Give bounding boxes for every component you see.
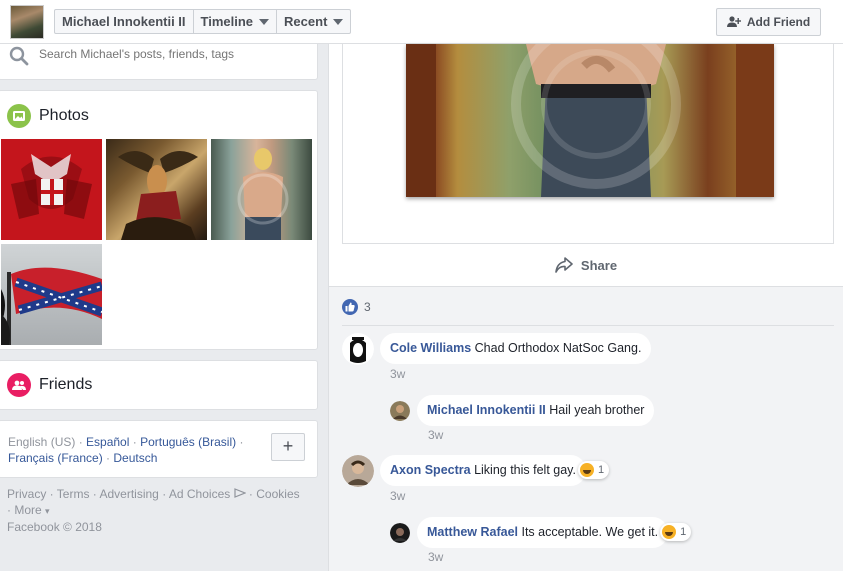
divider xyxy=(342,325,834,326)
photos-card: Photos xyxy=(0,90,318,350)
footer-link-more[interactable]: More ▾ xyxy=(14,503,49,517)
comments-section: 3 Cole Williams Chad Orthodox NatSoc Gan… xyxy=(329,286,843,571)
comment-timestamp[interactable]: 3w xyxy=(428,550,443,564)
comment-reply: Matthew Rafael Its acceptable. We get it… xyxy=(390,517,692,548)
add-friend-button[interactable]: Add Friend xyxy=(716,8,821,36)
profile-avatar[interactable] xyxy=(10,5,44,39)
recent-dropdown[interactable]: Recent xyxy=(277,10,350,33)
search-icon xyxy=(9,46,29,66)
friends-icon xyxy=(7,373,31,397)
profile-name-label: Michael Innokentii II xyxy=(62,14,186,29)
share-label: Share xyxy=(580,257,618,273)
comment-text: Its acceptable. We get it. xyxy=(521,525,659,539)
photos-icon xyxy=(7,104,31,128)
friends-card: Friends xyxy=(0,360,318,410)
photo-thumbnail[interactable] xyxy=(1,244,102,345)
haha-reaction-icon xyxy=(579,463,594,477)
avatar[interactable] xyxy=(390,523,410,543)
chevron-down-icon xyxy=(259,18,270,25)
footer-link-privacy[interactable]: Privacy xyxy=(7,487,46,501)
current-language: English (US) xyxy=(8,435,76,449)
comment-text: Chad Orthodox NatSoc Gang. xyxy=(474,341,642,355)
profile-name-button[interactable]: Michael Innokentii II xyxy=(55,10,194,33)
language-link[interactable]: Français (France) xyxy=(8,451,103,465)
comment-reaction-badge[interactable]: 1 xyxy=(660,523,692,541)
comment-reaction-badge[interactable]: 1 xyxy=(577,461,610,479)
like-count: 3 xyxy=(364,300,371,314)
haha-reaction-icon xyxy=(662,525,677,539)
comment-author-link[interactable]: Axon Spectra xyxy=(390,463,471,477)
comment-author-link[interactable]: Michael Innokentii II xyxy=(427,403,546,417)
reaction-count: 1 xyxy=(597,464,605,476)
share-button[interactable]: Share xyxy=(329,244,843,286)
photos-title: Photos xyxy=(39,107,89,124)
profile-search-card xyxy=(0,44,318,80)
add-friend-icon xyxy=(726,16,741,27)
timeline-label: Timeline xyxy=(200,14,254,29)
add-friend-label: Add Friend xyxy=(746,15,811,29)
avatar[interactable] xyxy=(342,455,374,487)
post-photo[interactable] xyxy=(406,44,774,197)
language-selector-card: English (US) · Español · Português (Bras… xyxy=(0,420,318,478)
friends-title: Friends xyxy=(39,376,93,393)
photos-header[interactable]: Photos xyxy=(7,104,89,128)
photo-thumbnail[interactable] xyxy=(211,139,312,240)
comment-text: Liking this felt gay. xyxy=(474,463,576,477)
photo-thumbnail[interactable] xyxy=(106,139,207,240)
like-icon xyxy=(342,299,358,315)
ad-choices-icon xyxy=(233,488,247,498)
footer-link-terms[interactable]: Terms xyxy=(57,487,90,501)
comment-timestamp[interactable]: 3w xyxy=(390,489,405,503)
avatar[interactable] xyxy=(342,333,374,365)
more-languages-button[interactable]: + xyxy=(271,433,305,461)
post-attachment xyxy=(342,44,834,244)
comment-bubble: Michael Innokentii II Hail yeah brother xyxy=(417,395,655,426)
search-input[interactable] xyxy=(39,47,299,61)
profile-header-bar: Michael Innokentii II Timeline Recent Ad… xyxy=(0,0,843,44)
share-icon xyxy=(555,257,573,273)
timeline-dropdown[interactable]: Timeline xyxy=(194,10,278,33)
comment: Axon Spectra Liking this felt gay. 1 xyxy=(342,455,610,487)
comment-author-link[interactable]: Cole Williams xyxy=(390,341,471,355)
profile-nav-group: Michael Innokentii II Timeline Recent xyxy=(54,9,352,34)
comment-reply: Michael Innokentii II Hail yeah brother xyxy=(390,395,655,426)
comment-bubble: Axon Spectra Liking this felt gay. xyxy=(380,455,586,486)
chevron-down-icon xyxy=(333,18,344,25)
language-link[interactable]: Español xyxy=(86,435,129,449)
post-card: Share 3 Cole Williams Chad Orthodox NatS… xyxy=(328,44,843,571)
recent-label: Recent xyxy=(284,14,328,29)
language-list: English (US) · Español · Português (Bras… xyxy=(8,435,244,465)
comment: Cole Williams Chad Orthodox NatSoc Gang. xyxy=(342,333,652,365)
comment-timestamp[interactable]: 3w xyxy=(390,367,405,381)
avatar[interactable] xyxy=(390,401,410,421)
photo-thumbnail[interactable] xyxy=(1,139,102,240)
comment-author-link[interactable]: Matthew Rafael xyxy=(427,525,518,539)
language-link[interactable]: Português (Brasil) xyxy=(140,435,236,449)
footer-link-ad-choices[interactable]: Ad Choices xyxy=(169,487,247,501)
comment-bubble: Matthew Rafael Its acceptable. We get it… xyxy=(417,517,669,548)
footer-link-cookies[interactable]: Cookies xyxy=(256,487,299,501)
reaction-count: 1 xyxy=(680,526,687,538)
comment-bubble: Cole Williams Chad Orthodox NatSoc Gang. xyxy=(380,333,652,364)
comment-text: Hail yeah brother xyxy=(549,403,645,417)
footer-link-advertising[interactable]: Advertising xyxy=(99,487,158,501)
copyright-text: Facebook © 2018 xyxy=(7,520,102,534)
reaction-summary[interactable]: 3 xyxy=(342,299,371,315)
friends-header[interactable]: Friends xyxy=(7,373,92,397)
language-link[interactable]: Deutsch xyxy=(113,451,157,465)
site-footer: Privacy · Terms · Advertising · Ad Choic… xyxy=(7,487,300,534)
comment-timestamp[interactable]: 3w xyxy=(428,428,443,442)
